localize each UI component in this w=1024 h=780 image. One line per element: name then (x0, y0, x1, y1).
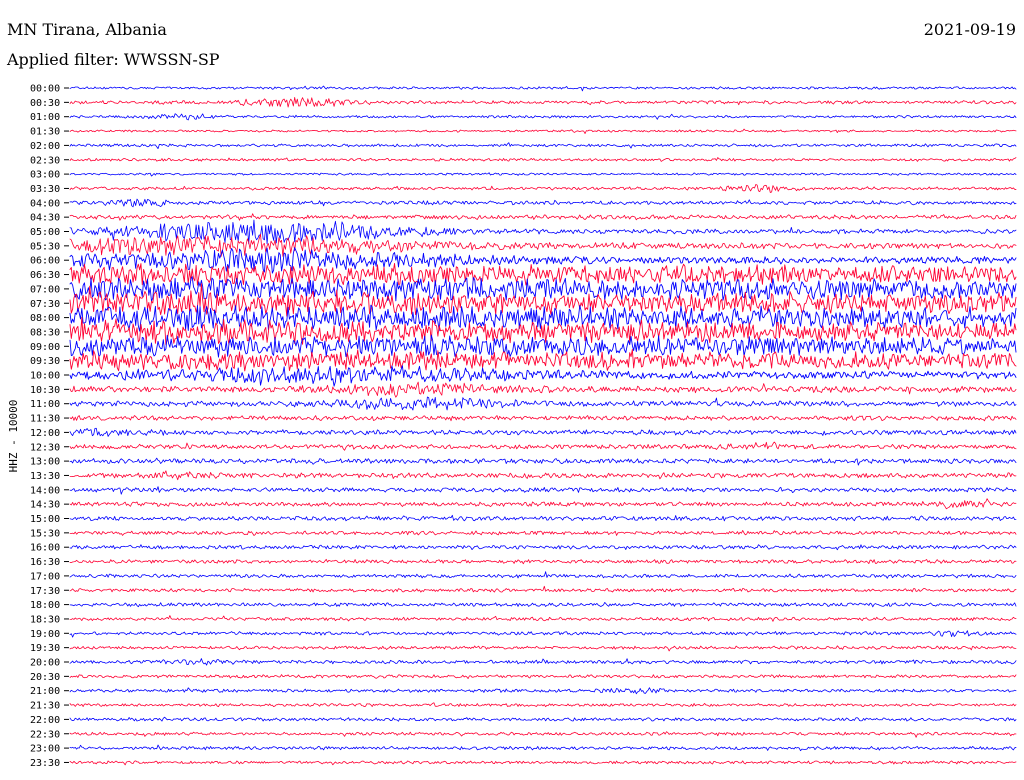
seismogram-trace (69, 213, 1017, 221)
time-label: 03:00 (30, 170, 60, 181)
time-label: 13:00 (30, 457, 60, 468)
time-label: 03:30 (30, 184, 60, 195)
seismogram-trace (69, 674, 1017, 679)
seismogram-chart: 00:00 00:30 01:00 01:30 02:00 02:30 03:00 03:30… (30, 84, 1017, 769)
time-label: 02:30 (30, 155, 60, 166)
seismogram-trace (69, 348, 1017, 372)
time-label: 16:00 (30, 543, 60, 554)
seismogram-trace (69, 142, 1017, 150)
seismogram-trace (69, 658, 1017, 666)
time-label: 04:00 (30, 198, 60, 209)
seismogram-trace (69, 457, 1017, 466)
seismogram-trace (69, 731, 1017, 738)
seismogram-trace (69, 585, 1017, 593)
time-label: 08:00 (30, 313, 60, 324)
seismogram-trace (69, 498, 1017, 510)
time-label: 07:30 (30, 299, 60, 310)
seismogram-trace (69, 615, 1017, 622)
seismogram-trace (69, 687, 1017, 695)
time-label: 12:30 (30, 442, 60, 453)
time-label: 23:00 (30, 744, 60, 755)
time-label: 08:30 (30, 327, 60, 338)
seismogram-trace (69, 276, 1017, 302)
seismogram-trace (69, 744, 1017, 752)
time-label: 00:00 (30, 84, 60, 95)
time-label: 05:30 (30, 241, 60, 252)
seismogram-trace (69, 530, 1017, 536)
seismogram-trace (69, 157, 1017, 162)
time-label: 01:30 (30, 127, 60, 138)
seismogram-trace (69, 558, 1017, 565)
seismogram-trace (69, 219, 1017, 245)
time-label: 10:30 (30, 385, 60, 396)
time-label: 11:30 (30, 414, 60, 425)
seismogram-trace (69, 630, 1017, 638)
time-label: 09:00 (30, 342, 60, 353)
seismogram-trace (69, 85, 1017, 92)
time-label: 13:30 (30, 471, 60, 482)
seismogram-trace (69, 233, 1017, 257)
time-label: 17:30 (30, 586, 60, 597)
seismogram-trace (69, 760, 1017, 766)
time-label: 11:00 (30, 399, 60, 410)
seismogram-trace (69, 381, 1017, 398)
time-label: 22:00 (30, 715, 60, 726)
time-label: 17:00 (30, 571, 60, 582)
time-label: 01:00 (30, 112, 60, 123)
time-label: 04:30 (30, 213, 60, 224)
seismogram-trace (69, 571, 1017, 579)
time-label: 00:30 (30, 98, 60, 109)
time-label: 15:00 (30, 514, 60, 525)
seismogram-trace (69, 97, 1017, 108)
time-label: 05:00 (30, 227, 60, 238)
time-label: 14:00 (30, 485, 60, 496)
seismogram-trace (69, 128, 1017, 134)
seismogram-trace (69, 514, 1017, 522)
time-label: 18:00 (30, 600, 60, 611)
time-label: 20:30 (30, 672, 60, 683)
time-label: 21:30 (30, 701, 60, 712)
time-label: 19:30 (30, 643, 60, 654)
seismogram-trace (69, 470, 1017, 481)
seismogram-trace (69, 198, 1017, 208)
time-label: 02:00 (30, 141, 60, 152)
seismogram-trace (69, 427, 1017, 437)
seismogram-trace (69, 304, 1017, 332)
seismogram-trace (69, 702, 1017, 708)
time-label: 21:00 (30, 686, 60, 697)
time-label: 16:30 (30, 557, 60, 568)
seismogram-trace (69, 365, 1017, 387)
time-label: 09:30 (30, 356, 60, 367)
time-label: 15:30 (30, 528, 60, 539)
seismogram-trace (69, 113, 1017, 121)
time-label: 23:30 (30, 758, 60, 769)
seismogram-trace (69, 283, 1017, 317)
time-label: 22:30 (30, 729, 60, 740)
seismogram-trace (69, 441, 1017, 451)
time-label: 19:00 (30, 629, 60, 640)
time-label: 14:30 (30, 500, 60, 511)
time-label: 06:30 (30, 270, 60, 281)
time-label: 12:00 (30, 428, 60, 439)
time-label: 18:30 (30, 614, 60, 625)
seismogram-trace (69, 544, 1017, 551)
seismogram-trace (69, 172, 1017, 177)
seismogram-trace (69, 486, 1017, 495)
seismogram-trace (69, 602, 1017, 608)
seismogram-trace (69, 415, 1017, 422)
seismogram-trace (69, 645, 1017, 652)
time-label: 06:00 (30, 256, 60, 267)
seismogram-trace (69, 396, 1017, 411)
seismogram-trace (69, 184, 1017, 193)
time-label: 10:00 (30, 371, 60, 382)
time-label: 20:00 (30, 658, 60, 669)
time-label: 07:00 (30, 284, 60, 295)
seismogram-trace (69, 716, 1017, 722)
